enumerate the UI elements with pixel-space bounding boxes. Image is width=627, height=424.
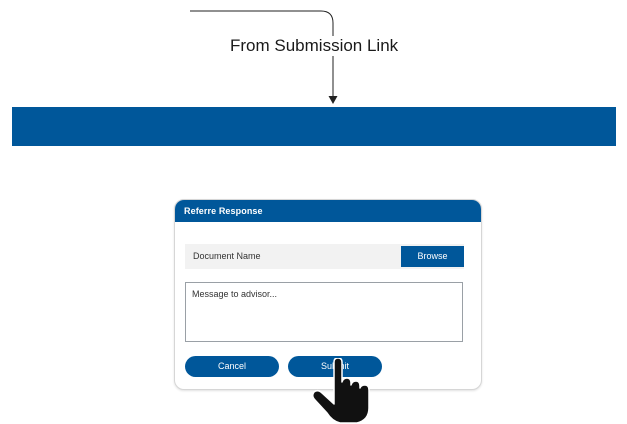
message-placeholder: Message to advisor... (192, 289, 278, 299)
arrow-head-icon (328, 96, 338, 104)
browse-button[interactable]: Browse (401, 246, 464, 267)
document-name-label: Document Name (193, 251, 261, 261)
flow-label: From Submission Link (228, 36, 401, 56)
page-header-banner (12, 107, 616, 146)
pointer-hand-icon (311, 358, 370, 424)
document-name-field[interactable]: Document Name Browse (185, 244, 464, 269)
dialog-title: Referre Response (175, 200, 481, 222)
cancel-button[interactable]: Cancel (185, 356, 279, 377)
message-to-advisor-textarea[interactable]: Message to advisor... (185, 282, 463, 342)
